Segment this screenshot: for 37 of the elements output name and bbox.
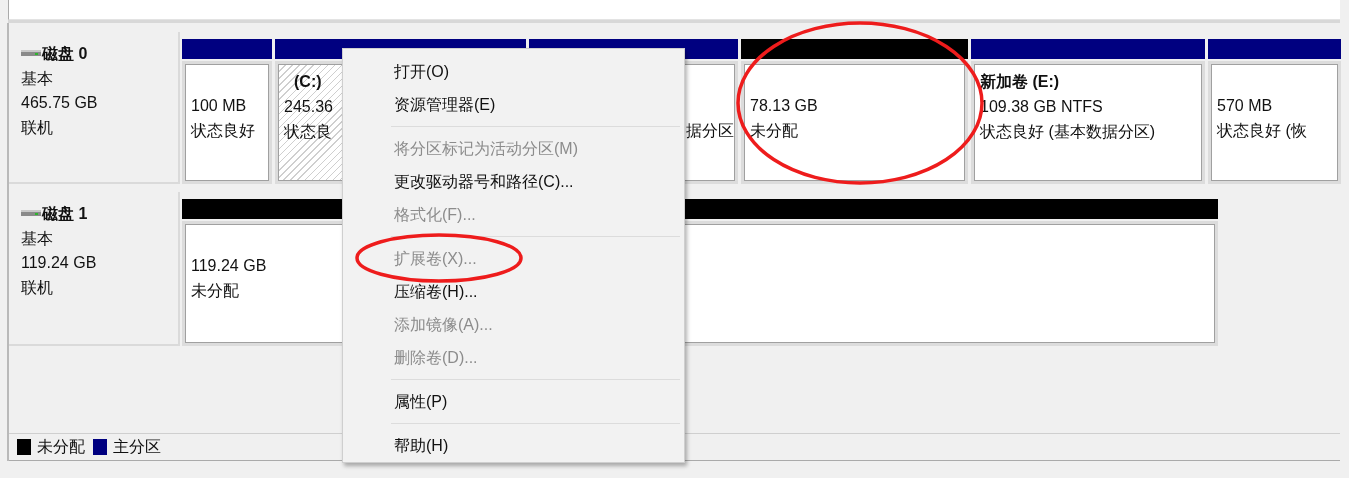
menu-item[interactable]: 压缩卷(H)...	[394, 279, 478, 304]
disk-size: 119.24 GB	[21, 253, 98, 273]
partition-info: 状态良好 (恢	[1217, 121, 1307, 141]
partition-info: 119.24 GB	[191, 256, 267, 276]
volume-title: (C:)	[294, 72, 322, 92]
legend-label: 未分配	[37, 437, 85, 457]
partition-info: 100 MB	[191, 96, 247, 116]
disk-type: 基本	[21, 228, 54, 249]
legend-swatch	[93, 439, 107, 455]
partition-info: 状态良好 (基本数据分区)	[980, 122, 1156, 142]
partition-info: 状态良	[284, 122, 332, 142]
partition-info: 未分配	[750, 121, 798, 141]
menu-item[interactable]: 资源管理器(E)	[394, 92, 496, 117]
legend-swatch	[17, 439, 31, 455]
disk-size: 465.75 GB	[21, 93, 99, 113]
partition-box[interactable]: 新加卷 (E:) 109.38 GB NTFS 状态良好 (基本数据分区)	[971, 61, 1205, 184]
partition-info: 570 MB	[1217, 96, 1273, 116]
menu-item[interactable]: 打开(O)	[394, 59, 450, 84]
disk-name: 磁盘 0	[42, 44, 88, 64]
partition-box[interactable]: 100 MB 状态良好	[182, 61, 272, 184]
partition-info: 245.36	[284, 97, 333, 117]
menu-item[interactable]: 属性(P)	[394, 389, 448, 414]
volume-title: 新加卷 (E:)	[980, 72, 1060, 92]
partition-box[interactable]: 570 MB 状态良好 (恢	[1208, 61, 1341, 184]
legend-label: 主分区	[113, 437, 161, 457]
partition-info: 状态良好	[191, 121, 255, 141]
disk-status: 联机	[21, 117, 54, 138]
partition-info: 未分配	[191, 281, 239, 301]
partition-info: 109.38 GB NTFS	[980, 97, 1103, 117]
disk-type: 基本	[21, 68, 54, 89]
partition-box[interactable]: 78.13 GB 未分配	[741, 61, 968, 184]
menu-item[interactable]: 更改驱动器号和路径(C)...	[394, 169, 574, 194]
partition-info: 78.13 GB	[750, 96, 818, 116]
disk-name: 磁盘 1	[42, 204, 88, 224]
disk-status: 联机	[21, 277, 54, 298]
partition-info: 据分区	[686, 121, 734, 141]
menu-item[interactable]: 帮助(H)	[394, 433, 449, 458]
